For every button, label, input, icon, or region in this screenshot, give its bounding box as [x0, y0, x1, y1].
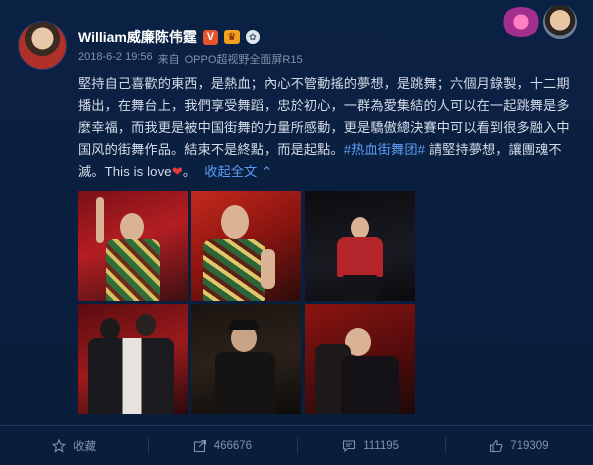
photo-thumb[interactable]: [305, 304, 415, 414]
author-avatar[interactable]: [18, 21, 67, 70]
post-content: 堅持自己喜歡的東西，是熱血；內心不管動搖的夢想，是跳舞；六個月錄製，十二期播出，…: [78, 76, 570, 179]
promo-card[interactable]: [495, 2, 583, 42]
photo-thumb[interactable]: [191, 191, 301, 301]
collapse-label: 收起全文: [204, 164, 258, 179]
post-meta: 2018-6-2 19:56 来自 OPPO超视野全面屏R15: [78, 51, 303, 67]
photo-thumb[interactable]: [78, 304, 188, 414]
photo-thumb[interactable]: [305, 191, 415, 301]
heart-icon: ❤: [171, 164, 183, 179]
repost-button[interactable]: 466676: [148, 426, 296, 465]
weibo-post-card: William威廉陈伟霆 V ♛ ✿ 2018-6-2 19:56 来自 OPP…: [0, 0, 593, 465]
author-name[interactable]: William威廉陈伟霆: [78, 27, 197, 47]
share-icon: [193, 439, 206, 452]
promo-logo-icon: [501, 7, 541, 37]
comment-count: 111195: [363, 439, 400, 452]
crown-badge-icon: ♛: [223, 30, 240, 44]
comment-icon: [343, 439, 356, 452]
chevron-up-icon: ⌃: [261, 164, 273, 179]
verified-badge-icon: V: [202, 29, 218, 45]
like-button[interactable]: 719309: [444, 426, 593, 465]
repost-count: 466676: [213, 439, 253, 452]
post-datetime[interactable]: 2018-6-2 19:56: [78, 51, 153, 67]
collapse-link[interactable]: 收起全文 ⌃: [204, 164, 272, 179]
favorite-button[interactable]: 收藏: [0, 426, 148, 465]
photo-thumb[interactable]: [78, 191, 188, 301]
author-name-row: William威廉陈伟霆 V ♛ ✿: [78, 27, 260, 47]
comment-button[interactable]: 111195: [296, 426, 445, 465]
star-icon: [52, 438, 67, 453]
favorite-label: 收藏: [73, 440, 97, 453]
like-count: 719309: [510, 439, 549, 452]
promo-avatar: [543, 5, 577, 39]
source-prefix: 来自: [157, 54, 180, 66]
action-bar: 收藏 466676 111195 719309: [0, 426, 593, 465]
thumbs-up-icon: [490, 439, 503, 452]
medal-badge-icon: ✿: [245, 30, 260, 44]
post-source[interactable]: OPPO超视野全面屏R15: [185, 51, 303, 67]
hashtag-link[interactable]: #热血街舞团#: [344, 142, 425, 157]
photo-thumb[interactable]: [191, 304, 301, 414]
